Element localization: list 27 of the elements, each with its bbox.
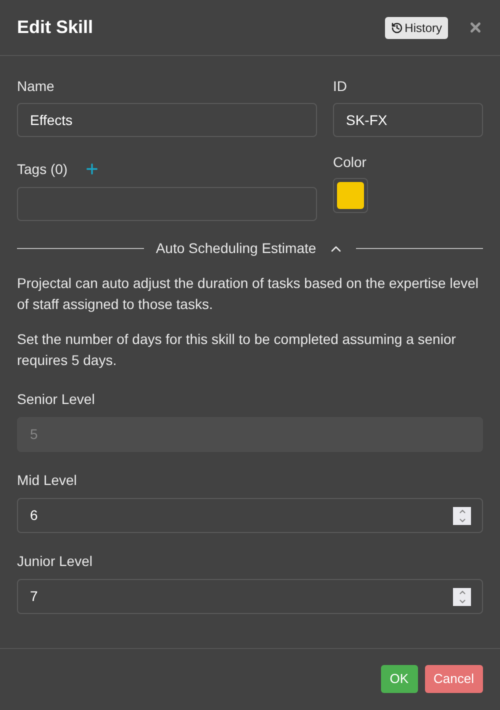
add-tag-button[interactable] — [84, 161, 100, 177]
spinner-button[interactable] — [453, 506, 471, 524]
field-label: Name — [17, 77, 56, 94]
field-value: 6 — [30, 506, 39, 525]
field-label: Mid Level — [17, 471, 78, 488]
close-icon — [468, 20, 483, 35]
field-label: Junior Level — [17, 552, 94, 569]
number-field[interactable]: 7 — [17, 579, 483, 614]
dialog-title: Edit Skill — [17, 16, 94, 39]
id-field[interactable]: SK-FX — [333, 103, 483, 137]
description-text: Projectal can auto adjust the duration of tasks based on the expertise level of staff assigned to those tasks. — [17, 274, 480, 314]
field-value: 7 — [30, 587, 39, 606]
spinner-button[interactable] — [453, 588, 471, 606]
plus-icon — [84, 161, 100, 177]
description-text: Set the number of days for this skill to be completed assuming a senior requires 5 days. — [17, 330, 457, 370]
close-button[interactable] — [468, 20, 483, 35]
tags-field[interactable] — [17, 187, 317, 221]
field-label: Tags (0) — [17, 160, 68, 179]
field-label: Senior Level — [17, 390, 96, 407]
section-toggle[interactable]: Auto Scheduling Estimate — [156, 238, 344, 259]
field-value: 5 — [30, 425, 39, 444]
history-icon — [390, 22, 403, 34]
history-button[interactable]: History — [384, 16, 448, 38]
field-label: ID — [333, 77, 348, 94]
name-field[interactable]: Effects — [17, 103, 317, 137]
number-field[interactable]: 6 — [17, 498, 483, 533]
field-label: Color — [333, 153, 368, 170]
